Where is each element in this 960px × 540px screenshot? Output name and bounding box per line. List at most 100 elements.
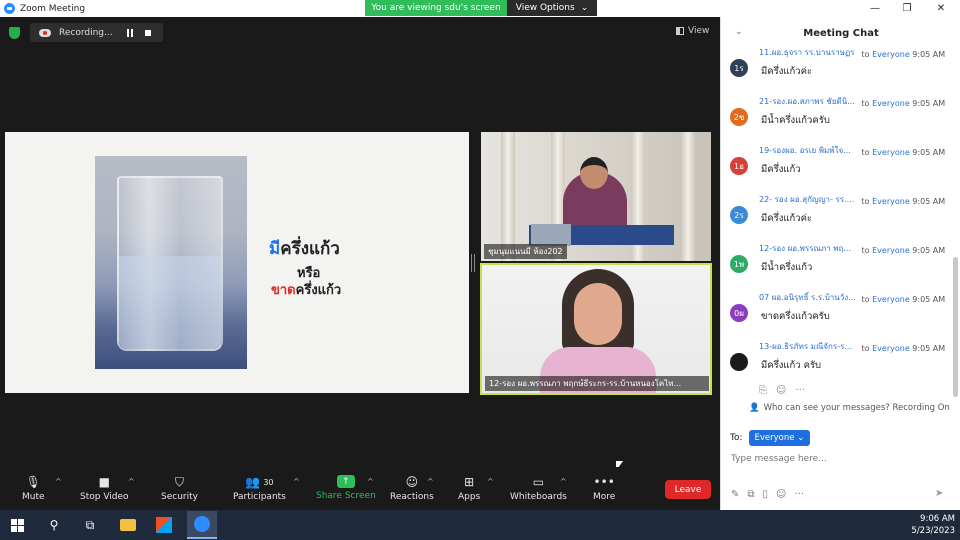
video-options-caret[interactable]: ^ <box>128 477 135 486</box>
search-icon[interactable]: ⚲ <box>43 514 65 536</box>
shield-icon: ⛉ <box>174 474 184 489</box>
screenshot-icon[interactable]: ⧉ <box>747 489 754 500</box>
message-time: 9:05 AM <box>912 99 946 108</box>
to-word: to <box>861 50 870 59</box>
sender-name[interactable]: 13-ผอ.ธิรภัทร มณีจักร-ร... <box>759 340 859 353</box>
message-text: มีน้ำครึ่งแก้ว <box>761 262 813 273</box>
chat-panel: ⌄ Meeting Chat 1ร 11.ผอ.ธุจรา รร.บานราษฏ… <box>720 17 960 510</box>
chevron-down-icon: ⌄ <box>580 3 589 13</box>
recipient-name: Everyone <box>872 148 910 157</box>
reactions-label: Reactions <box>390 492 434 502</box>
chat-scrollbar[interactable] <box>953 257 958 397</box>
view-options-label: View Options <box>515 3 575 13</box>
to-word: to <box>861 295 870 304</box>
chat-message-list[interactable]: 1ร 11.ผอ.ธุจรา รร.บานราษฏร to Everyone 9… <box>721 43 953 395</box>
recipient-name: Everyone <box>872 99 910 108</box>
more-options-icon[interactable]: ··· <box>795 385 805 396</box>
emoji-icon[interactable]: ☺ <box>776 489 786 500</box>
recipient-dropdown-value: Everyone <box>754 433 795 443</box>
close-window-button[interactable]: ✕ <box>924 0 958 17</box>
windows-logo-icon <box>10 518 24 532</box>
message-meta: 22- รอง ผอ.สุกัญญา- รร.... to Everyone 9… <box>759 193 951 206</box>
message-meta: 19-รองผอ. อรเย พิมพ์ใจ... to Everyone 9:… <box>759 144 951 157</box>
sender-name[interactable]: 21-รอง.ผอ.สภาพร ชัยดีนิ... <box>759 95 859 108</box>
whiteboards-button[interactable]: ▭ Whiteboards <box>510 475 567 502</box>
sender-name[interactable]: 07 ผอ.อนิรุทธิ์ ร.ร.บ้านวัง... <box>759 291 859 304</box>
stop-video-button[interactable]: ■ Stop Video <box>80 475 129 502</box>
task-view-icon[interactable]: ⧉ <box>79 514 101 536</box>
recipient-name: Everyone <box>872 197 910 206</box>
add-reaction-icon[interactable]: ☺ <box>776 385 786 396</box>
pause-recording-button[interactable] <box>127 28 133 37</box>
file-attach-icon[interactable]: ▯ <box>763 489 769 500</box>
sender-name[interactable]: 19-รองผอ. อรเย พิมพ์ใจ... <box>759 144 859 157</box>
more-dots-icon[interactable]: ··· <box>794 489 804 500</box>
mute-label: Mute <box>22 492 45 502</box>
stop-recording-button[interactable] <box>145 29 151 36</box>
message-text: มีน้ำครึ่งแก้วครับ <box>761 115 830 126</box>
to-word: to <box>861 344 870 353</box>
sender-name[interactable]: 11.ผอ.ธุจรา รร.บานราษฏร <box>759 46 859 59</box>
audio-options-caret[interactable]: ^ <box>55 477 62 486</box>
participant-name-label: ชุมนุมแนนมี ห้อง202 <box>484 244 567 259</box>
to-word: to <box>861 99 870 108</box>
participants-label: Participants <box>233 492 286 502</box>
view-layout-icon <box>676 27 684 35</box>
meeting-toolbar: 🎙 Mute ^ ■ Stop Video ^ ⛉ Security 👥 30 P… <box>0 467 720 510</box>
reply-icon[interactable]: ⎘ <box>759 385 767 396</box>
sender-name[interactable]: 22- รอง ผอ.สุกัญญา- รร.... <box>759 193 859 206</box>
participant-tile[interactable]: ชุมนุมแนนมี ห้อง202 <box>481 132 711 261</box>
apps-button[interactable]: ⊞ Apps <box>458 475 480 502</box>
participants-button[interactable]: 👥 30 Participants <box>233 475 286 502</box>
participants-options-caret[interactable]: ^ <box>293 477 300 486</box>
recipient-name: Everyone <box>872 344 910 353</box>
leave-button[interactable]: Leave <box>665 480 711 499</box>
message-text: มีครึ่งแก้ว ครับ <box>761 360 822 371</box>
whiteboard-icon: ▭ <box>532 475 545 489</box>
windows-start-button[interactable] <box>6 514 28 536</box>
whiteboards-label: Whiteboards <box>510 492 567 502</box>
security-shield-icon[interactable] <box>9 27 20 39</box>
restore-button[interactable]: ❐ <box>890 0 924 17</box>
meeting-area: Recording... View มีครึ่งแก้ว หรือ ขาดคร… <box>0 17 720 471</box>
sender-name[interactable]: 12-รอง ผอ.พรรณภา พฤ... <box>759 242 859 255</box>
share-options-caret[interactable]: ^ <box>367 477 374 486</box>
participant-name-label: 12-รอง ผอ.พรรณภา พฤกษ์ธีระกร-รร.บ้านหนอง… <box>485 376 709 391</box>
panel-resize-handle[interactable] <box>471 254 475 272</box>
recipient-dropdown[interactable]: Everyone ⌄ <box>748 430 811 446</box>
glass-of-water-image <box>95 156 247 369</box>
message-reaction-row: ⎘ ☺ ··· <box>759 385 805 396</box>
file-explorer-icon[interactable] <box>117 514 139 536</box>
security-button[interactable]: ⛉ Security <box>161 474 198 503</box>
recipient-name: Everyone <box>872 50 910 59</box>
viewing-banner: You are viewing sdu's screen <box>365 0 507 16</box>
sender-avatar <box>730 353 748 371</box>
minimize-icon: — <box>870 3 880 14</box>
reactions-options-caret[interactable]: ^ <box>427 477 434 486</box>
send-icon[interactable]: ➤ <box>935 488 943 499</box>
whiteboards-options-caret[interactable]: ^ <box>560 477 567 486</box>
privacy-note[interactable]: 👤 Who can see your messages? Recording O… <box>749 403 950 413</box>
chat-message-input[interactable] <box>731 450 946 468</box>
more-button[interactable]: ••• More <box>593 475 615 502</box>
message-text: มีครึ่งแก้ว <box>761 164 801 175</box>
message-meta: 12-รอง ผอ.พรรณภา พฤ... to Everyone 9:05 … <box>759 242 951 255</box>
mute-button[interactable]: 🎙 Mute <box>22 475 45 502</box>
recipient-name: Everyone <box>872 246 910 255</box>
system-clock[interactable]: 9:06 AM 5/23/2023 <box>911 513 955 537</box>
view-button[interactable]: View <box>676 26 709 36</box>
chat-message: 1อ 19-รองผอ. อรเย พิมพ์ใจ... to Everyone… <box>721 141 953 189</box>
store-app-icon[interactable] <box>153 514 175 536</box>
participant-video-head <box>580 157 608 189</box>
view-options-button[interactable]: View Options ⌄ <box>507 0 597 16</box>
security-label: Security <box>161 492 198 502</box>
curtain-decor <box>681 132 695 261</box>
message-text: มีครึ่งแก้วค่ะ <box>761 66 813 77</box>
format-text-icon[interactable]: ✎ <box>731 489 739 500</box>
minimize-button[interactable]: — <box>858 0 892 17</box>
apps-options-caret[interactable]: ^ <box>487 477 494 486</box>
zoom-taskbar-icon[interactable] <box>187 511 217 539</box>
microphone-icon: 🎙 <box>25 475 41 489</box>
active-speaker-tile[interactable]: 12-รอง ผอ.พรรณภา พฤกษ์ธีระกร-รร.บ้านหนอง… <box>480 263 712 395</box>
sender-avatar: 1อ <box>730 157 748 175</box>
